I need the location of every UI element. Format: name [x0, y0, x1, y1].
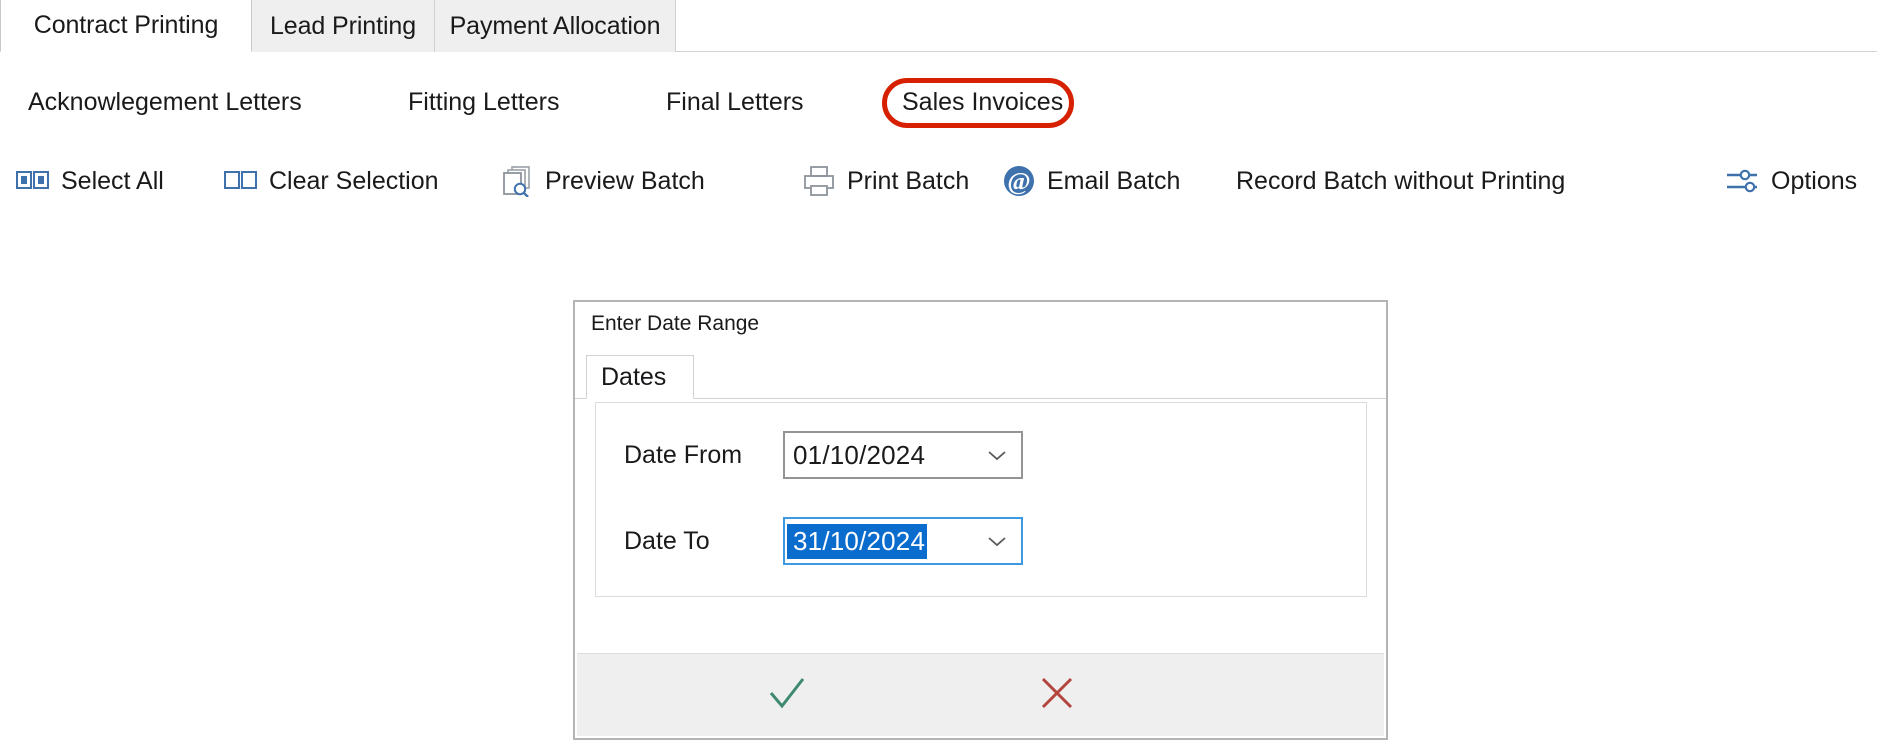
subnav-item-final-letters[interactable]: Final Letters	[666, 72, 804, 132]
tab-lead-printing[interactable]: Lead Printing	[252, 0, 435, 52]
batch-action-toolbar: Select All Clear Selection Preview Batch	[0, 150, 1877, 212]
svg-text:@: @	[1007, 169, 1030, 196]
dialog-title: Enter Date Range	[591, 312, 760, 335]
subnav-item-sales-invoices[interactable]: Sales Invoices	[902, 72, 1063, 132]
subnav-item-fitting-letters[interactable]: Fitting Letters	[408, 72, 559, 132]
toolbar-label: Options	[1771, 166, 1858, 195]
toolbar-label: Email Batch	[1047, 166, 1181, 195]
toolbar-label: Select All	[61, 166, 164, 195]
tab-contract-printing[interactable]: Contract Printing	[0, 0, 252, 52]
main-tab-strip: Contract Printing Lead Printing Payment …	[0, 0, 1877, 52]
check-icon	[763, 671, 811, 720]
toolbar-label: Record Batch without Printing	[1236, 166, 1566, 195]
dialog-tab-row: Dates	[575, 355, 1386, 399]
dates-panel: Date From 01/10/2024 Date To 31/10/2024	[595, 402, 1367, 597]
email-batch-button[interactable]: @ Email Batch	[1000, 150, 1180, 212]
subnav-label: Acknowlegement Letters	[28, 87, 302, 116]
at-sign-icon: @	[1000, 164, 1038, 198]
select-all-button[interactable]: Select All	[14, 150, 164, 212]
options-button[interactable]: Options	[1724, 150, 1857, 212]
select-all-icon	[14, 164, 52, 198]
tab-payment-allocation[interactable]: Payment Allocation	[435, 0, 676, 52]
clear-selection-button[interactable]: Clear Selection	[222, 150, 439, 212]
dialog-tab-dates[interactable]: Dates	[586, 355, 694, 399]
sliders-icon	[1724, 164, 1762, 198]
toolbar-label: Clear Selection	[269, 166, 439, 195]
toolbar-label: Print Batch	[847, 166, 970, 195]
date-to-label: Date To	[624, 526, 710, 555]
printer-icon	[800, 164, 838, 198]
preview-icon	[498, 164, 536, 198]
chevron-down-icon[interactable]	[987, 535, 1007, 547]
date-to-row: Date To 31/10/2024	[596, 511, 1366, 571]
tab-label: Contract Printing	[33, 11, 219, 39]
date-to-value: 31/10/2024	[787, 523, 928, 559]
date-from-value: 01/10/2024	[793, 439, 926, 470]
subnav-label: Fitting Letters	[408, 87, 560, 116]
dialog-tab-baseline	[575, 398, 1386, 399]
confirm-button[interactable]	[727, 654, 847, 736]
record-batch-without-printing-button[interactable]: Record Batch without Printing	[1236, 150, 1565, 212]
date-from-row: Date From 01/10/2024	[596, 425, 1366, 485]
toolbar-label: Preview Batch	[545, 166, 705, 195]
sub-navigation-bar: Acknowlegement Letters Fitting Letters F…	[0, 72, 1877, 132]
cancel-button[interactable]	[997, 654, 1117, 736]
dialog-tab-label: Dates	[601, 362, 667, 391]
subnav-label: Sales Invoices	[902, 87, 1064, 116]
enter-date-range-dialog: Enter Date Range Dates Date From 01/10/2…	[573, 300, 1388, 740]
chevron-down-icon[interactable]	[987, 449, 1007, 461]
tab-label: Payment Allocation	[449, 11, 661, 40]
date-from-input[interactable]: 01/10/2024	[783, 431, 1023, 479]
cross-icon	[1035, 671, 1079, 720]
date-from-label: Date From	[624, 440, 743, 469]
dialog-footer	[577, 653, 1384, 736]
clear-selection-icon	[222, 164, 260, 198]
subnav-item-acknowlegement-letters[interactable]: Acknowlegement Letters	[28, 72, 302, 132]
print-batch-button[interactable]: Print Batch	[800, 150, 969, 212]
preview-batch-button[interactable]: Preview Batch	[498, 150, 705, 212]
tab-label: Lead Printing	[269, 11, 417, 40]
date-to-input[interactable]: 31/10/2024	[783, 517, 1023, 565]
subnav-label: Final Letters	[666, 87, 804, 116]
